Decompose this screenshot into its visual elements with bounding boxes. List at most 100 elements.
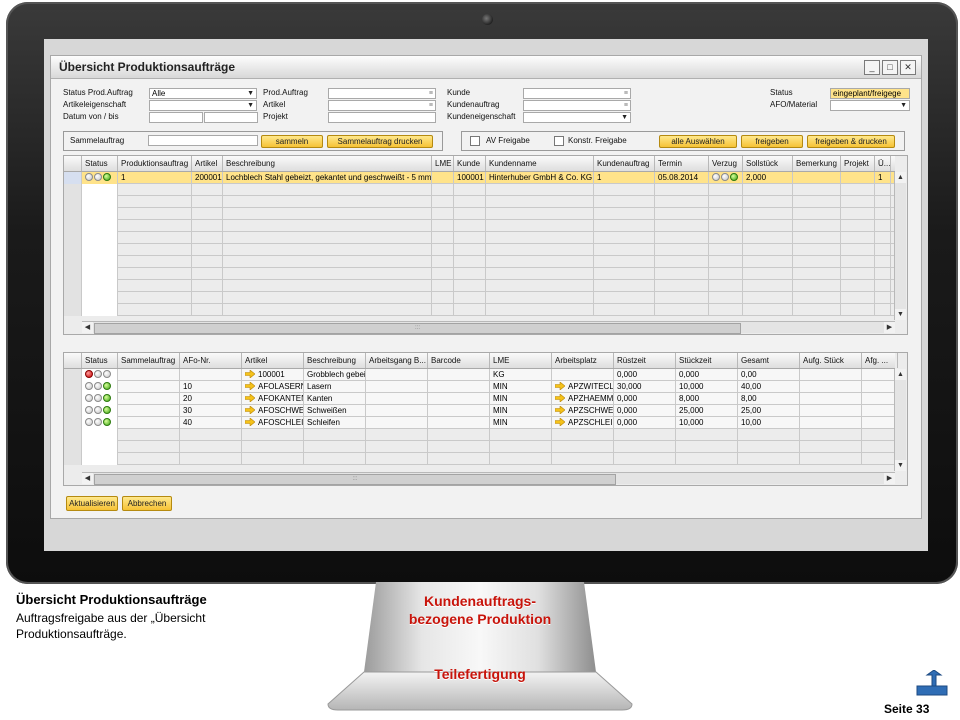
table-row[interactable]: 40 AFOSCHLEIF Schleifen MIN APZSCHLEIF 0,000 1… xyxy=(64,417,898,429)
row-number[interactable] xyxy=(64,196,82,208)
row-number[interactable] xyxy=(64,453,82,465)
projekt-field[interactable] xyxy=(328,112,436,123)
column-header[interactable]: Bemerkung xyxy=(793,156,841,171)
empty-row[interactable] xyxy=(64,184,895,196)
empty-row[interactable] xyxy=(64,453,898,465)
column-header[interactable]: Projekt xyxy=(841,156,875,171)
empty-row[interactable] xyxy=(64,232,895,244)
sammeln-button[interactable]: sammeln xyxy=(261,135,323,148)
column-header[interactable]: Beschreibung xyxy=(304,353,366,368)
column-header[interactable]: Kundenauftrag xyxy=(594,156,655,171)
empty-row[interactable] xyxy=(64,268,895,280)
empty-row[interactable] xyxy=(64,196,895,208)
alle-auswaehlen-button[interactable]: alle Auswählen xyxy=(659,135,737,148)
column-header[interactable]: AFo-Nr. xyxy=(180,353,242,368)
scroll-up-icon[interactable]: ▲ xyxy=(895,172,906,183)
column-header[interactable]: LME xyxy=(490,353,552,368)
column-header[interactable]: Rüstzeit xyxy=(614,353,676,368)
row-number[interactable] xyxy=(64,244,82,256)
kundenauftrag-field[interactable]: ≡ xyxy=(523,100,631,111)
freigeben-drucken-button[interactable]: freigeben & drucken xyxy=(807,135,895,148)
row-number[interactable] xyxy=(64,268,82,280)
prod-auftrag-field[interactable]: ≡ xyxy=(328,88,436,99)
datum-bis-field[interactable] xyxy=(204,112,258,123)
column-header[interactable]: Arbeitsgang B... xyxy=(366,353,428,368)
link-arrow-icon[interactable] xyxy=(245,370,255,378)
column-header[interactable]: Termin xyxy=(655,156,709,171)
datum-von-field[interactable] xyxy=(149,112,203,123)
av-freigabe-checkbox[interactable] xyxy=(470,136,480,146)
link-arrow-icon[interactable] xyxy=(245,382,255,390)
arbeitsgaenge-grid[interactable]: Status Sammelauftrag AFo-Nr. Artikel Beschre… xyxy=(63,352,908,486)
row-number[interactable] xyxy=(64,417,82,429)
kundeneigenschaft-select[interactable]: ▼ xyxy=(523,112,631,123)
konstr-freigabe-checkbox[interactable] xyxy=(554,136,564,146)
row-number[interactable] xyxy=(64,381,82,393)
abbrechen-button[interactable]: Abbrechen xyxy=(122,496,172,511)
empty-row[interactable] xyxy=(64,292,895,304)
row-number[interactable] xyxy=(64,232,82,244)
empty-row[interactable] xyxy=(64,208,895,220)
maximize-icon[interactable]: □ xyxy=(882,60,898,75)
artikel-field[interactable]: ≡ xyxy=(328,100,436,111)
row-number[interactable] xyxy=(64,172,82,184)
scroll-right-icon[interactable]: ▶ xyxy=(884,473,895,484)
column-header[interactable]: Artikel xyxy=(192,156,223,171)
column-header[interactable]: Produktionsauftrag xyxy=(118,156,192,171)
link-arrow-icon[interactable] xyxy=(245,406,255,414)
column-header[interactable]: Barcode xyxy=(428,353,490,368)
row-number[interactable] xyxy=(64,220,82,232)
row-number[interactable] xyxy=(64,393,82,405)
scroll-down-icon[interactable]: ▼ xyxy=(895,309,906,320)
link-arrow-icon[interactable] xyxy=(245,418,255,426)
column-header[interactable]: Artikel xyxy=(242,353,304,368)
column-header[interactable]: Sammelauftrag xyxy=(118,353,180,368)
sammelauftrag-drucken-button[interactable]: Sammelauftrag drucken xyxy=(327,135,433,148)
freigeben-button[interactable]: freigeben xyxy=(741,135,803,148)
table-row[interactable]: 1 200001 Lochblech Stahl gebeizt, gekantet… xyxy=(64,172,895,184)
column-header[interactable]: Status xyxy=(82,353,118,368)
column-header[interactable]: Status xyxy=(82,156,118,171)
row-number[interactable] xyxy=(64,256,82,268)
empty-row[interactable] xyxy=(64,429,898,441)
column-header[interactable]: Verzug xyxy=(709,156,743,171)
row-number[interactable] xyxy=(64,184,82,196)
column-header[interactable]: LME xyxy=(432,156,454,171)
status-select[interactable]: eingeplant/freigege xyxy=(830,88,910,99)
row-number[interactable] xyxy=(64,280,82,292)
scroll-up-icon[interactable]: ▲ xyxy=(895,369,906,380)
link-arrow-icon[interactable] xyxy=(555,406,565,414)
link-arrow-icon[interactable] xyxy=(555,382,565,390)
empty-row[interactable] xyxy=(64,441,898,453)
empty-row[interactable] xyxy=(64,256,895,268)
column-header[interactable]: Aufg. Stück xyxy=(800,353,862,368)
produktionsauftraege-grid[interactable]: Status Produktionsauftrag Artikel Beschreib… xyxy=(63,155,908,335)
table-row[interactable]: 20 AFOKANTEN Kanten MIN APZHAEMME 0,000 8,000 8… xyxy=(64,393,898,405)
row-number[interactable] xyxy=(64,292,82,304)
scroll-left-icon[interactable]: ◀ xyxy=(82,473,93,484)
row-number[interactable] xyxy=(64,405,82,417)
column-header[interactable]: Stückzeit xyxy=(676,353,738,368)
column-header[interactable]: Afg. ... xyxy=(862,353,898,368)
status-prod-select[interactable]: Alle ▼ xyxy=(149,88,257,99)
row-number[interactable] xyxy=(64,304,82,316)
column-header[interactable]: Arbeitsplatz xyxy=(552,353,614,368)
table-row[interactable]: 100001 Grobblech gebeiz KG 0,000 0,000 0,00 xyxy=(64,369,898,381)
vertical-scrollbar[interactable]: ▲ ▼ xyxy=(894,172,906,320)
scroll-left-icon[interactable]: ◀ xyxy=(82,322,93,333)
aktualisieren-button[interactable]: Aktualisieren xyxy=(66,496,118,511)
horizontal-scrollbar[interactable]: ◀::: ▶ xyxy=(82,472,895,485)
column-header[interactable]: Gesamt xyxy=(738,353,800,368)
table-row[interactable]: 10 AFOLASERNLasern MIN APZWITECLA30,000 10,0… xyxy=(64,381,898,393)
link-arrow-icon[interactable] xyxy=(555,418,565,426)
scroll-thumb[interactable]: ::: xyxy=(94,474,616,485)
empty-row[interactable] xyxy=(64,280,895,292)
row-number[interactable] xyxy=(64,208,82,220)
column-header[interactable]: Kunde xyxy=(454,156,486,171)
kunde-field[interactable]: ≡ xyxy=(523,88,631,99)
table-row[interactable]: 30 AFOSCHWEI Schweißen MIN APZSCHWEI 0,000 25,… xyxy=(64,405,898,417)
vertical-scrollbar[interactable]: ▲ ▼ xyxy=(894,369,906,471)
column-header[interactable]: Sollstück xyxy=(743,156,793,171)
empty-row[interactable] xyxy=(64,304,895,316)
scroll-right-icon[interactable]: ▶ xyxy=(884,322,895,333)
